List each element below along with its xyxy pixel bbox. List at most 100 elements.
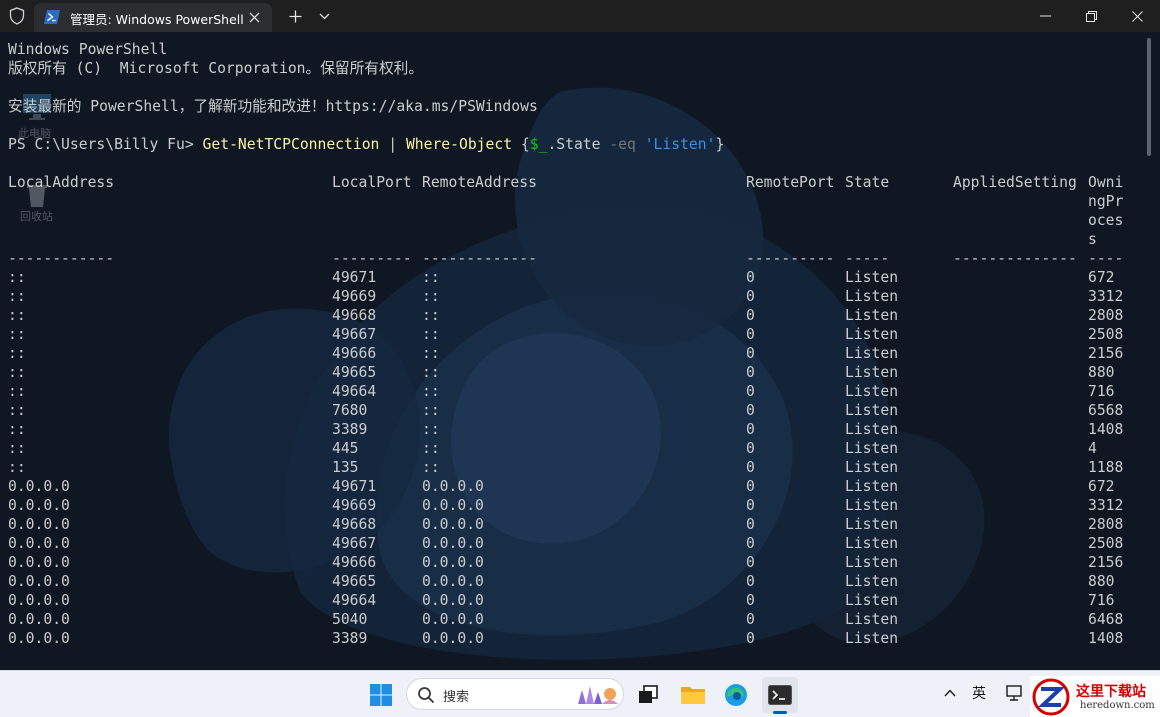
cell-remoteaddress: 0.0.0.0 <box>422 573 484 590</box>
cell-remoteaddress: 0.0.0.0 <box>422 516 484 533</box>
cell-owningprocess: 3312 <box>1088 288 1124 305</box>
tab-powershell[interactable]: 管理员: Windows PowerShell <box>34 3 272 32</box>
cell-owningprocess: 4 <box>1088 440 1097 457</box>
cell-state: Listen <box>845 478 899 495</box>
cell-remoteport: 0 <box>746 364 755 381</box>
column-header-owningprocess-1: Owni <box>1088 174 1124 191</box>
cell-localport: 49671 <box>332 478 377 495</box>
cell-owningprocess: 672 <box>1088 269 1115 286</box>
cell-owningprocess: 672 <box>1088 478 1115 495</box>
property-name: .State <box>547 136 610 153</box>
column-header-owningprocess-3: oces <box>1088 212 1124 229</box>
cell-remoteport: 0 <box>746 630 755 647</box>
cell-remoteaddress: 0.0.0.0 <box>422 535 484 552</box>
terminal-copyright-line: 版权所有 (C) Microsoft Corporation。保留所有权利。 <box>8 60 424 77</box>
cell-localaddress: 0.0.0.0 <box>8 516 70 533</box>
desktop-recycle-bin-label: 回收站 <box>20 210 53 223</box>
cell-localaddress: :: <box>8 269 26 286</box>
restore-icon <box>1085 10 1097 22</box>
input-language-indicator[interactable]: 英 <box>972 683 986 703</box>
cell-state: Listen <box>845 402 899 419</box>
cell-owningprocess: 2508 <box>1088 535 1124 552</box>
brace-close: } <box>715 136 725 153</box>
file-explorer-button[interactable] <box>675 677 711 713</box>
cell-remoteaddress: 0.0.0.0 <box>422 611 484 628</box>
terminal-button[interactable] <box>762 677 798 713</box>
terminal-icon <box>768 685 792 705</box>
cell-remoteaddress: :: <box>422 345 440 362</box>
cell-state: Listen <box>845 288 899 305</box>
column-separator: ------------ <box>8 250 115 267</box>
tab-title: 管理员: Windows PowerShell <box>70 12 244 27</box>
cell-owningprocess: 2156 <box>1088 554 1124 571</box>
plus-icon <box>289 10 301 22</box>
cell-localport: 49666 <box>332 554 377 571</box>
terminal-pane[interactable]: 此电脑 回收站 Windows PowerShell 版权所有 (C) Micr… <box>0 32 1160 670</box>
window-close-button[interactable] <box>1114 0 1160 32</box>
cell-localport: 49668 <box>332 516 377 533</box>
cell-localport: 5040 <box>332 611 368 628</box>
cell-state: Listen <box>845 630 899 647</box>
network-icon[interactable] <box>1005 683 1025 703</box>
tab-dropdown-button[interactable] <box>313 5 335 27</box>
prompt: PS C:\Users\Billy Fu> <box>8 136 203 153</box>
task-view-button[interactable] <box>630 677 666 713</box>
edge-browser-button[interactable] <box>718 677 754 713</box>
taskbar: 搜索 <box>0 670 1160 717</box>
cell-remoteport: 0 <box>746 459 755 476</box>
string-literal: 'Listen' <box>644 136 716 153</box>
cell-localport: 135 <box>332 459 359 476</box>
start-button[interactable] <box>363 677 399 713</box>
active-app-indicator <box>773 711 787 714</box>
cell-remoteaddress: 0.0.0.0 <box>422 554 484 571</box>
new-tab-button[interactable] <box>284 5 306 27</box>
brace-open: { <box>512 136 530 153</box>
cell-state: Listen <box>845 459 899 476</box>
minimize-button[interactable] <box>1022 0 1068 32</box>
cell-owningprocess: 2808 <box>1088 307 1124 324</box>
cell-localaddress: :: <box>8 345 26 362</box>
cell-localport: 49665 <box>332 364 377 381</box>
cell-owningprocess: 1408 <box>1088 630 1124 647</box>
cell-state: Listen <box>845 440 899 457</box>
shield-icon[interactable] <box>4 4 30 28</box>
cell-remoteaddress: 0.0.0.0 <box>422 497 484 514</box>
cell-remoteaddress: :: <box>422 421 440 438</box>
cell-remoteaddress: :: <box>422 326 440 343</box>
cell-remoteport: 0 <box>746 288 755 305</box>
cell-localaddress: :: <box>8 421 26 438</box>
cell-localaddress: 0.0.0.0 <box>8 497 70 514</box>
cell-localaddress: 0.0.0.0 <box>8 478 70 495</box>
windows-start-icon <box>370 684 392 706</box>
cell-state: Listen <box>845 326 899 343</box>
cell-localaddress: :: <box>8 364 26 381</box>
cell-remoteaddress: :: <box>422 364 440 381</box>
cell-remoteport: 0 <box>746 269 755 286</box>
maximize-button[interactable] <box>1068 0 1114 32</box>
taskbar-search-box[interactable]: 搜索 <box>406 678 624 710</box>
cell-remoteaddress: :: <box>422 402 440 419</box>
screen: 管理员: Windows PowerShell 此电脑 回收站 Windows … <box>0 0 1160 717</box>
column-header-localport: LocalPort <box>332 174 412 191</box>
cell-remoteaddress: 0.0.0.0 <box>422 630 484 647</box>
cell-localport: 49667 <box>332 535 377 552</box>
cell-localaddress: :: <box>8 402 26 419</box>
watermark-title: 这里下载站 <box>1076 684 1146 700</box>
column-header-remoteport: RemotePort <box>746 174 835 191</box>
show-hidden-icons-button[interactable] <box>940 683 960 703</box>
cell-remoteport: 0 <box>746 421 755 438</box>
column-header-state: State <box>845 174 890 191</box>
cell-localaddress: :: <box>8 307 26 324</box>
cell-state: Listen <box>845 497 899 514</box>
cell-owningprocess: 6568 <box>1088 402 1124 419</box>
cell-localport: 49669 <box>332 288 377 305</box>
close-icon[interactable] <box>245 8 263 26</box>
cell-remoteaddress: :: <box>422 383 440 400</box>
column-separator: --------- <box>332 250 412 267</box>
minimize-icon <box>1039 15 1051 17</box>
cell-localaddress: :: <box>8 288 26 305</box>
cell-remoteport: 0 <box>746 573 755 590</box>
cell-state: Listen <box>845 421 899 438</box>
cell-remoteport: 0 <box>746 497 755 514</box>
scrollbar[interactable] <box>1147 38 1151 156</box>
